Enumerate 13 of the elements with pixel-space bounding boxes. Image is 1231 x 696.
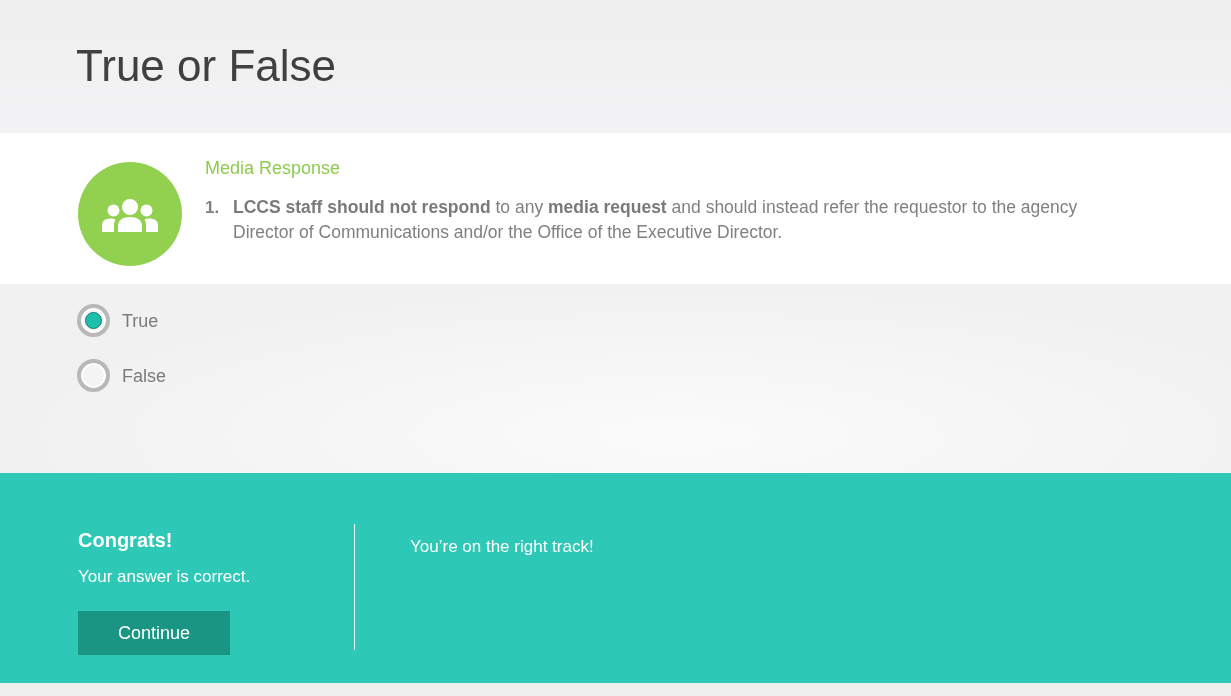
feedback-detail: You’re on the right track!: [410, 536, 594, 558]
continue-button[interactable]: Continue: [78, 611, 230, 655]
people-group-icon: [78, 162, 182, 266]
feedback-message: Your answer is correct.: [78, 566, 251, 588]
radio-button[interactable]: [77, 304, 110, 337]
page-title: True or False: [76, 40, 336, 92]
question-number: 1.: [205, 197, 221, 219]
question-text: LCCS staff should not respond to any media request and should instead refer the requestor to the agency Director of Communications and/or the Office of the Executive Director.: [233, 196, 1079, 244]
feedback-title: Congrats!: [78, 528, 173, 553]
option-label[interactable]: True: [122, 308, 159, 333]
radio-button[interactable]: [77, 359, 110, 392]
question-heading: Media Response: [205, 157, 341, 180]
option-label[interactable]: False: [122, 363, 166, 388]
